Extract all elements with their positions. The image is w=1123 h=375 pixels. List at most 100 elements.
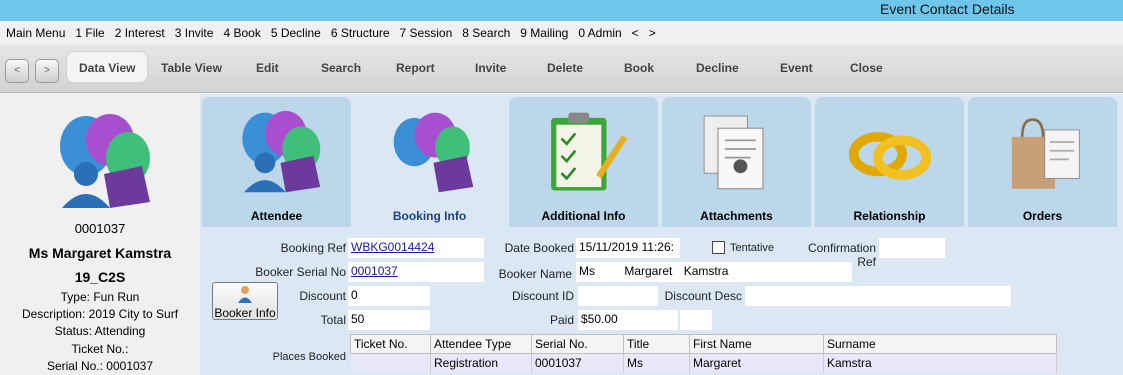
tab-additional-info-label: Additional Info <box>541 209 626 223</box>
date-booked-label: Date Booked <box>504 241 574 255</box>
shopping-bag-icon <box>1011 118 1080 189</box>
menu-bar: Main Menu 1 File 2 Interest 3 Invite 4 B… <box>0 21 1123 45</box>
tentative-checkbox[interactable] <box>712 241 725 254</box>
menu-interest[interactable]: 2 Interest <box>115 26 165 40</box>
booker-serial-label: Booker Serial No <box>255 265 346 279</box>
table-view-button[interactable]: Table View <box>161 61 222 75</box>
menu-main[interactable]: Main Menu <box>6 26 65 40</box>
book-button[interactable]: Book <box>624 61 654 75</box>
detail-area: Attendee Booking Info Additional Info At… <box>200 94 1123 375</box>
documents-paperclip-icon <box>703 115 764 190</box>
event-button[interactable]: Event <box>780 61 813 75</box>
attendee-balloons-icon <box>60 114 150 208</box>
event-code: 19_C2S <box>74 269 126 285</box>
booker-name-field[interactable]: Ms Margaret Kamstra <box>576 262 852 282</box>
booker-info-button[interactable]: Booker Info <box>212 282 278 320</box>
cell-first-name: Margaret <box>689 353 824 373</box>
paid-extra-field <box>680 310 712 330</box>
menu-book[interactable]: 4 Book <box>223 26 260 40</box>
next-record-button[interactable]: > <box>35 59 59 83</box>
tab-attachments[interactable]: Attachments <box>662 97 811 227</box>
clipboard-icon <box>551 112 628 191</box>
booker-serial-field[interactable]: 0001037 <box>348 262 484 282</box>
booking-ref-link[interactable]: WBKG0014424 <box>351 240 434 254</box>
edit-button[interactable]: Edit <box>256 61 279 75</box>
tentative-label: Tentative <box>730 242 775 254</box>
menu-search[interactable]: 8 Search <box>462 26 510 40</box>
col-first-name[interactable]: First Name <box>689 334 824 354</box>
menu-scroll-left[interactable]: < <box>632 26 639 40</box>
places-booked-label: Places Booked <box>272 351 346 363</box>
data-view-button[interactable]: Data View <box>66 51 149 83</box>
menu-decline[interactable]: 5 Decline <box>271 26 321 40</box>
menu-mailing[interactable]: 9 Mailing <box>520 26 568 40</box>
delete-button[interactable]: Delete <box>547 61 583 75</box>
decline-button[interactable]: Decline <box>696 61 739 75</box>
tab-booking-info[interactable]: Booking Info <box>355 97 504 227</box>
prev-record-button[interactable]: < <box>5 59 29 83</box>
cell-ticket-no <box>350 353 431 373</box>
discount-field[interactable]: 0 <box>348 286 430 306</box>
tab-additional-info[interactable]: Additional Info <box>509 97 658 227</box>
col-ticket-no[interactable]: Ticket No. <box>350 334 431 354</box>
cell-title: Ms <box>623 353 690 373</box>
menu-structure[interactable]: 6 Structure <box>331 26 390 40</box>
confirmation-ref-field[interactable] <box>879 238 945 258</box>
col-serial-no[interactable]: Serial No. <box>531 334 624 354</box>
places-booked-table: Ticket No. Attendee Type Serial No. Titl… <box>350 334 1057 373</box>
menu-session[interactable]: 7 Session <box>400 26 453 40</box>
search-button[interactable]: Search <box>321 61 361 75</box>
balloons-person-icon <box>242 110 321 193</box>
date-booked-field[interactable]: 15/11/2019 11:26: <box>576 238 680 258</box>
title-bar: Event Contact Details <box>0 0 1123 21</box>
tab-orders-label: Orders <box>1022 209 1063 223</box>
menu-admin[interactable]: 0 Admin <box>578 26 621 40</box>
col-surname[interactable]: Surname <box>823 334 1057 354</box>
tab-relationship-label: Relationship <box>853 209 926 223</box>
cell-serial-no: 0001037 <box>531 353 624 373</box>
ticket-number: Ticket No.: <box>71 342 129 356</box>
attendance-status: Status: Attending <box>54 324 146 338</box>
discount-id-label: Discount ID <box>511 289 574 303</box>
booker-info-label: Booker Info <box>214 306 276 320</box>
close-button[interactable]: Close <box>850 61 883 75</box>
booker-title: Ms <box>579 264 595 278</box>
report-button[interactable]: Report <box>396 61 435 75</box>
paid-label: Paid <box>549 313 574 327</box>
wedding-rings-icon <box>848 132 932 180</box>
menu-invite[interactable]: 3 Invite <box>175 26 214 40</box>
col-attendee-type[interactable]: Attendee Type <box>430 334 532 354</box>
booker-name-label: Booker Name <box>498 267 572 281</box>
booker-serial-link[interactable]: 0001037 <box>351 264 398 278</box>
window-title: Event Contact Details <box>880 1 1015 17</box>
serial-number-line: Serial No.: 0001037 <box>46 359 154 373</box>
table-row[interactable]: Registration 0001037 Ms Margaret Kamstra <box>350 353 1057 373</box>
toolbar: < > Data View Table View Edit Search Rep… <box>0 45 1123 93</box>
discount-id-field[interactable] <box>578 286 658 306</box>
booking-ref-field[interactable]: WBKG0014424 <box>348 238 484 258</box>
discount-desc-field[interactable] <box>745 286 1011 306</box>
event-type: Type: Fun Run <box>60 290 140 304</box>
tab-attachments-label: Attachments <box>700 209 773 223</box>
serial-number: 0001037 <box>74 221 126 236</box>
balloons-icon <box>393 112 474 193</box>
contact-summary-panel: 0001037 Ms Margaret Kamstra 19_C2S Type:… <box>0 94 200 375</box>
cell-surname: Kamstra <box>823 353 1057 373</box>
menu-scroll-right[interactable]: > <box>649 26 656 40</box>
cell-attendee-type: Registration <box>430 353 532 373</box>
person-icon <box>238 286 252 303</box>
contact-name: Ms Margaret Kamstra <box>28 245 172 261</box>
tab-attendee-label: Attendee <box>250 209 303 223</box>
tab-booking-info-label: Booking Info <box>392 209 467 223</box>
booking-ref-label: Booking Ref <box>280 241 346 255</box>
discount-desc-label: Discount Desc <box>664 289 742 303</box>
col-title[interactable]: Title <box>623 334 690 354</box>
invite-button[interactable]: Invite <box>475 61 506 75</box>
menu-file[interactable]: 1 File <box>75 26 104 40</box>
total-field[interactable]: 50 <box>348 310 430 330</box>
tab-attendee[interactable]: Attendee <box>202 97 351 227</box>
tab-orders[interactable]: Orders <box>968 97 1117 227</box>
event-description: Description: 2019 City to Surf <box>21 307 179 321</box>
tab-relationship[interactable]: Relationship <box>815 97 964 227</box>
paid-field[interactable]: $50.00 <box>578 310 678 330</box>
